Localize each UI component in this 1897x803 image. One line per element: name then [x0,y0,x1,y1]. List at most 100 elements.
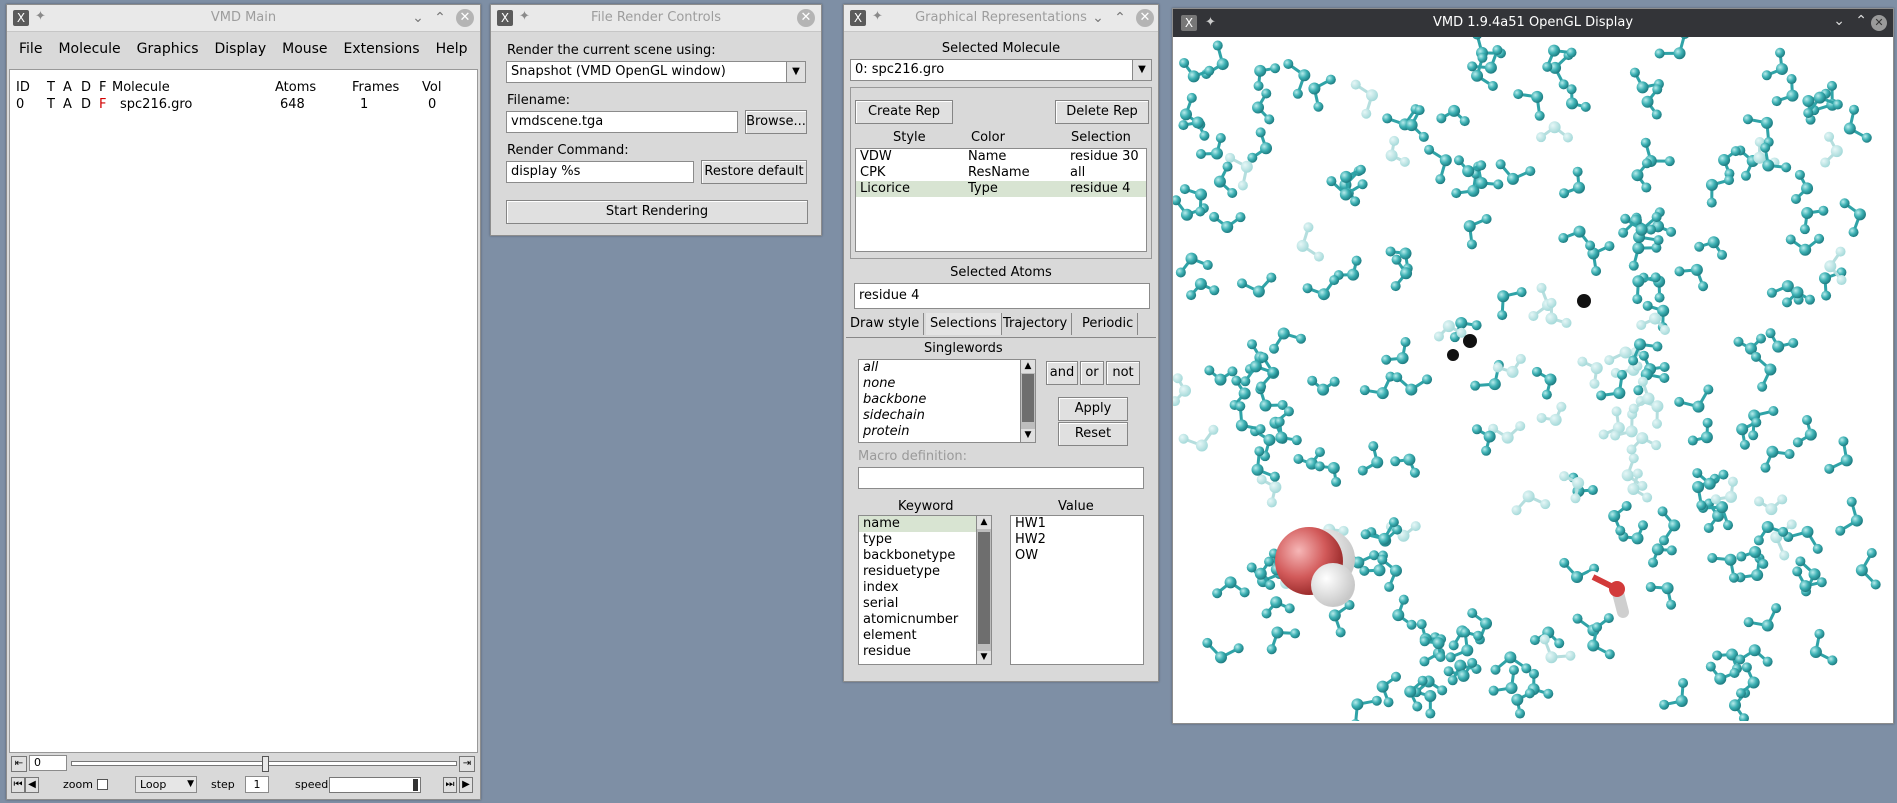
menu-graphics[interactable]: Graphics [129,39,207,59]
frame-slider[interactable] [71,756,457,772]
rep-row[interactable]: VDW Name residue 30 [856,149,1146,165]
table-row[interactable]: 0 T A D F spc216.gro 648 1 0 [10,97,477,113]
menu-molecule[interactable]: Molecule [50,39,128,59]
row-fixed-flag[interactable]: F [99,97,106,112]
molecule-select[interactable]: 0: spc216.gro ▼ [850,59,1152,81]
list-item[interactable]: backbonetype [859,548,991,564]
menu-display[interactable]: Display [207,39,275,59]
maximize-icon[interactable]: ⌃ [1110,8,1130,28]
keyword-list[interactable]: name type backbonetype residuetype index… [858,515,992,665]
macro-definition-field[interactable] [858,467,1144,489]
list-item[interactable]: atomicnumber [859,612,991,628]
step-forward-icon[interactable]: ⏭ [443,777,457,793]
titlebar[interactable]: X ✦ VMD 1.9.4a51 OpenGL Display ⌄ ⌃ ✕ [1173,9,1893,37]
or-button[interactable]: or [1080,361,1104,385]
restore-default-button[interactable]: Restore default [701,160,807,184]
col-t[interactable]: T [47,80,55,95]
list-item-selected[interactable]: name [859,516,991,532]
maximize-icon[interactable]: ⌃ [1855,13,1867,29]
minimize-icon[interactable]: ⌄ [408,8,428,28]
col-vol[interactable]: Vol [422,80,441,95]
singlewords-list[interactable]: all none backbone sidechain protein ▲ ▼ [858,359,1036,443]
speed-slider-handle[interactable] [413,779,418,791]
minimize-icon[interactable]: ⌄ [1088,8,1108,28]
tab-draw-style[interactable]: Draw style [846,313,925,335]
renderer-select[interactable]: Snapshot (VMD OpenGL window) ▼ [506,61,806,83]
list-item[interactable]: residue [859,644,991,660]
maximize-icon[interactable]: ⌃ [430,8,450,28]
and-button[interactable]: and [1046,361,1078,385]
list-item[interactable]: element [859,628,991,644]
menu-file[interactable]: File [11,39,50,59]
molecule-render-canvas[interactable] [1173,37,1893,721]
list-item[interactable]: type [859,532,991,548]
scrollbar-thumb[interactable] [1022,374,1034,422]
play-forward-icon[interactable]: ▶ [459,777,473,793]
titlebar[interactable]: X ✦ Graphical Representations ⌄ ⌃ ✕ [844,5,1158,32]
frame-slider-handle[interactable] [262,756,269,772]
close-icon[interactable]: ✕ [456,9,474,27]
start-rendering-button[interactable]: Start Rendering [506,200,808,224]
list-item[interactable]: sidechain [859,408,1035,424]
tab-selections[interactable]: Selections [926,313,1002,335]
pin-icon[interactable]: ✦ [872,9,883,24]
scroll-up-icon[interactable]: ▲ [1021,360,1035,373]
selected-atoms-field[interactable]: residue 4 [854,283,1150,309]
titlebar[interactable]: X ✦ VMD Main ⌄ ⌃ ✕ [7,5,480,32]
rep-row[interactable]: CPK ResName all [856,165,1146,181]
list-item[interactable]: none [859,376,1035,392]
col-a[interactable]: A [63,80,72,95]
rep-row-selected[interactable]: Licorice Type residue 4 [856,181,1146,197]
menu-help[interactable]: Help [428,39,476,59]
titlebar[interactable]: X ✦ File Render Controls ✕ [491,5,821,32]
col-molecule[interactable]: Molecule [112,80,170,95]
list-item[interactable]: residuetype [859,564,991,580]
menu-extensions[interactable]: Extensions [336,39,428,59]
zoom-checkbox[interactable] [97,779,108,790]
scrollbar[interactable]: ▲ ▼ [1020,360,1035,442]
speed-slider[interactable] [329,777,421,793]
list-item[interactable]: HW2 [1011,532,1143,548]
scrollbar-thumb[interactable] [978,532,990,644]
col-frames[interactable]: Frames [352,80,399,95]
list-item[interactable]: serial [859,596,991,612]
loop-select[interactable]: Loop ▼ [135,776,197,793]
step-back-icon[interactable]: ⏮ [11,777,25,793]
row-top-flag[interactable]: T [47,97,55,112]
value-list[interactable]: HW1 HW2 OW [1010,515,1144,665]
col-id[interactable]: ID [16,80,30,95]
delete-rep-button[interactable]: Delete Rep [1055,100,1149,124]
close-icon[interactable]: ✕ [797,9,815,27]
not-button[interactable]: not [1106,361,1140,385]
list-item[interactable]: backbone [859,392,1035,408]
close-icon[interactable]: ✕ [1871,15,1887,31]
scroll-down-icon[interactable]: ▼ [977,651,991,664]
minimize-icon[interactable]: ⌄ [1833,13,1845,29]
list-item[interactable]: OW [1011,548,1143,564]
play-reverse-icon[interactable]: ◀ [25,777,39,793]
step-field[interactable]: 1 [245,776,269,793]
tab-trajectory[interactable]: Trajectory [999,313,1073,335]
list-item[interactable]: all [859,360,1035,376]
row-drawn-flag[interactable]: D [81,97,91,112]
menu-mouse[interactable]: Mouse [274,39,335,59]
render-command-field[interactable]: display %s [506,161,694,183]
scroll-up-icon[interactable]: ▲ [977,516,991,529]
close-icon[interactable]: ✕ [1136,9,1154,27]
list-item[interactable]: index [859,580,991,596]
filename-field[interactable]: vmdscene.tga [506,111,738,133]
row-active-flag[interactable]: A [63,97,72,112]
goto-start-icon[interactable]: ⇤ [11,756,27,772]
tab-periodic[interactable]: Periodic [1078,313,1139,335]
col-f[interactable]: F [99,80,106,95]
scrollbar[interactable]: ▲ ▼ [976,516,991,664]
browse-button[interactable]: Browse... [745,110,807,134]
goto-end-icon[interactable]: ⇥ [459,756,475,772]
frame-field[interactable]: 0 [29,755,67,771]
apply-button[interactable]: Apply [1058,397,1128,421]
scroll-down-icon[interactable]: ▼ [1021,429,1035,442]
reset-button[interactable]: Reset [1058,422,1128,446]
list-item[interactable]: protein [859,424,1035,440]
col-d[interactable]: D [81,80,91,95]
col-atoms[interactable]: Atoms [275,80,316,95]
